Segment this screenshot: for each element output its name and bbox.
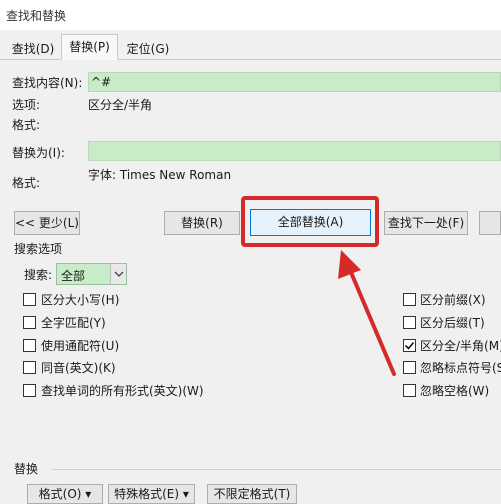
replace-section-divider xyxy=(52,469,501,470)
annotation-arrow-icon xyxy=(338,250,396,376)
no-formatting-button[interactable]: 不限定格式(T) xyxy=(207,484,297,504)
special-format-button[interactable]: 特殊格式(E) ▾ xyxy=(108,484,195,504)
format-button[interactable]: 格式(O) ▾ xyxy=(27,484,103,504)
replace-section-header: 替换 xyxy=(14,462,39,476)
